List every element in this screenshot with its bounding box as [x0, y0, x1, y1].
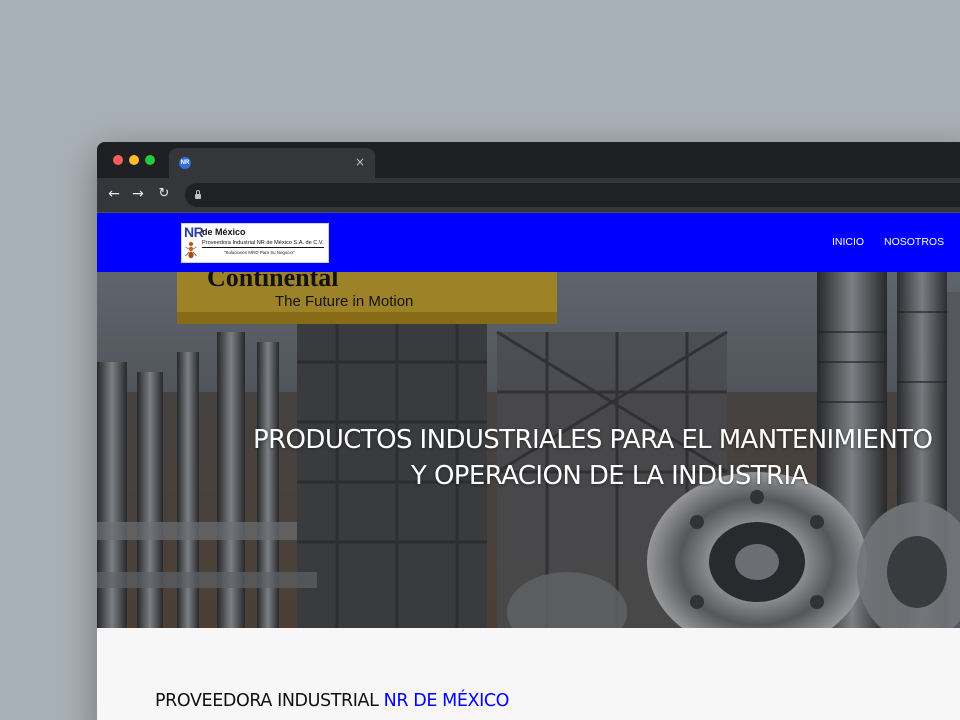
browser-toolbar: ← → ↻ — [97, 178, 960, 213]
reload-icon[interactable]: ↻ — [155, 185, 173, 203]
hero-banner: Continental The Future in Motion PRODUCT… — [97, 272, 960, 628]
minimize-window-button[interactable] — [129, 155, 139, 165]
hero-title-line-2: Y OPERACION DE LA INDUSTRIA — [411, 461, 808, 491]
section-heading-prefix: PROVEEDORA INDUSTRIAL — [155, 691, 384, 711]
desktop-background: NR × ← → ↻ NR de México Proveedora Indus… — [0, 0, 960, 720]
logo-subtitle: Proveedora Industrial NR de México S.A. … — [202, 240, 324, 248]
logo-slogan: "Soluciones MRO Para Su Negocio" — [224, 250, 295, 255]
section-heading: PROVEEDORA INDUSTRIAL NR DE MÉXICO — [155, 690, 509, 712]
browser-window: NR × ← → ↻ NR de México Proveedora Indus… — [97, 142, 960, 720]
nr-favicon-icon: NR — [179, 157, 191, 169]
site-header: NR de México Proveedora Industrial NR de… — [97, 213, 960, 272]
ant-mascot-icon — [185, 242, 197, 259]
page-viewport: NR de México Proveedora Industrial NR de… — [97, 213, 960, 720]
about-section: PROVEEDORA INDUSTRIAL NR DE MÉXICO — [97, 628, 960, 720]
tab-strip: NR × — [97, 142, 960, 178]
company-logo[interactable]: NR de México Proveedora Industrial NR de… — [181, 223, 329, 263]
logo-title: de México — [202, 227, 246, 237]
tab-close-icon[interactable]: × — [353, 155, 367, 169]
back-arrow-icon[interactable]: ← — [105, 185, 123, 203]
address-bar[interactable] — [185, 183, 960, 207]
nav-link-inicio[interactable]: INICIO — [832, 235, 864, 249]
maximize-window-button[interactable] — [145, 155, 155, 165]
logo-mark: NR — [184, 224, 204, 240]
hero-title: PRODUCTOS INDUSTRIALES PARA EL MANTENIMI… — [253, 422, 960, 494]
lock-icon — [195, 190, 201, 199]
nav-link-nosotros[interactable]: NOSOTROS — [884, 235, 944, 249]
section-heading-accent: NR DE MÉXICO — [383, 691, 510, 711]
close-window-button[interactable] — [113, 155, 123, 165]
hero-title-line-1: PRODUCTOS INDUSTRIALES PARA EL MANTENIMI… — [253, 425, 933, 455]
browser-tab[interactable]: NR × — [169, 148, 375, 178]
forward-arrow-icon[interactable]: → — [129, 185, 147, 203]
